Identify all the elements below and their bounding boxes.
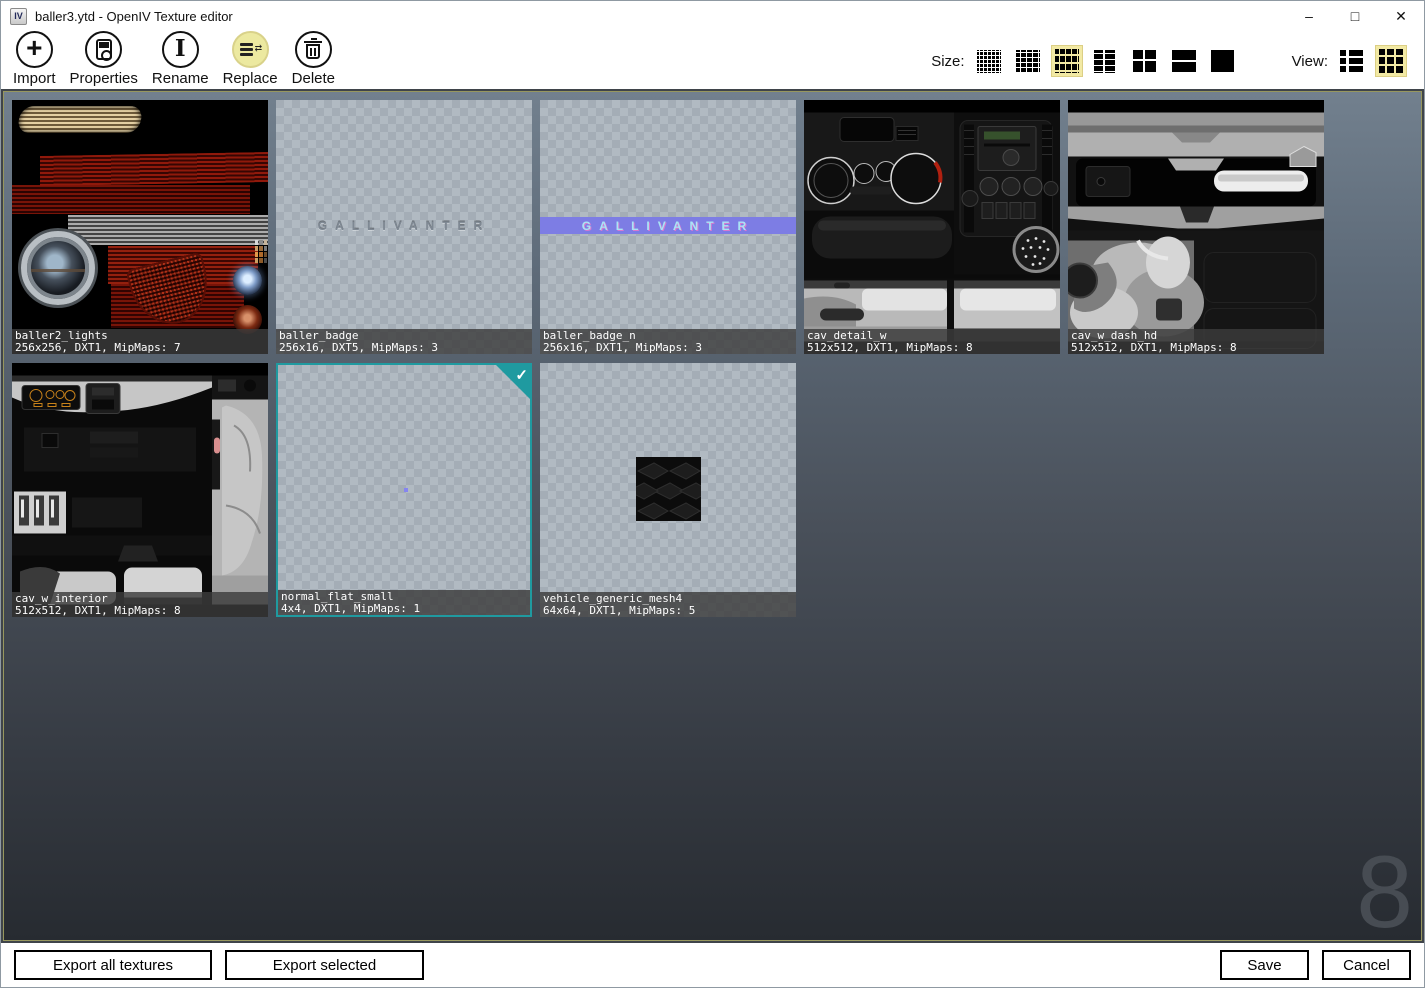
mesh-pattern: [636, 457, 701, 521]
texture-tile-cav-detail-w[interactable]: cav_detail_w 512x512, DXT1, MipMaps: 8: [804, 100, 1060, 354]
replace-label: Replace: [223, 70, 278, 87]
close-button[interactable]: ✕: [1378, 1, 1424, 31]
texture-meta: 256x256, DXT1, MipMaps: 7: [15, 342, 268, 354]
cancel-button[interactable]: Cancel: [1322, 950, 1411, 980]
texture-meta: 512x512, DXT1, MipMaps: 8: [1071, 342, 1324, 354]
texture-label: baller2_lights 256x256, DXT1, MipMaps: 7: [12, 329, 268, 354]
texture-meta: 256x16, DXT1, MipMaps: 3: [543, 342, 796, 354]
texture-tile-baller2-lights[interactable]: baller2_lights 256x256, DXT1, MipMaps: 7: [12, 100, 268, 354]
texture-grid: baller2_lights 256x256, DXT1, MipMaps: 7…: [4, 92, 1421, 940]
mesh-swatch: [636, 457, 701, 521]
properties-icon: [96, 39, 112, 60]
replace-button[interactable]: ⇄ Replace: [223, 31, 278, 87]
interior-art: [12, 363, 268, 617]
normal-map-strip: GALLIVANTER: [540, 217, 796, 234]
import-label: Import: [13, 70, 56, 87]
texture-tile-cav-w-dash-hd[interactable]: cav_w_dash_hd 512x512, DXT1, MipMaps: 8: [1068, 100, 1324, 354]
size-option-3-icon[interactable]: [1051, 45, 1083, 77]
view-option-list-icon[interactable]: [1336, 45, 1368, 77]
export-selected-button[interactable]: Export selected: [225, 950, 424, 980]
texture-count-watermark: 8: [1356, 846, 1413, 940]
view-option-grid-icon[interactable]: [1375, 45, 1407, 77]
rename-button[interactable]: I Rename: [152, 31, 209, 87]
checkmark-icon: ✓: [515, 366, 528, 384]
texture-label: baller_badge_n 256x16, DXT1, MipMaps: 3: [540, 329, 796, 354]
badge-text: GALLIVANTER: [540, 219, 796, 233]
texture-tile-normal-flat-small[interactable]: ✓ normal_flat_small 4x4, DXT1, MipMaps: …: [276, 363, 532, 617]
texture-panel: baller2_lights 256x256, DXT1, MipMaps: 7…: [3, 91, 1422, 941]
texture-label: cav_w_interior 512x512, DXT1, MipMaps: 8: [12, 592, 268, 617]
texture-meta: 256x16, DXT5, MipMaps: 3: [279, 342, 532, 354]
text-cursor-icon: I: [175, 37, 186, 60]
content-frame: baller2_lights 256x256, DXT1, MipMaps: 7…: [1, 89, 1424, 943]
save-button[interactable]: Save: [1220, 950, 1309, 980]
texture-label: vehicle_generic_mesh4 64x64, DXT1, MipMa…: [540, 592, 796, 617]
titlebar: IV baller3.ytd - OpenIV Texture editor –…: [1, 1, 1424, 31]
texture-meta: 512x512, DXT1, MipMaps: 8: [15, 605, 268, 617]
toolbar-right-group: Size: View:: [931, 31, 1414, 89]
size-option-7-icon[interactable]: [1207, 45, 1239, 77]
dashboard-art: [804, 100, 1060, 354]
texture-tile-baller-badge[interactable]: GALLIVANTER baller_badge 256x16, DXT5, M…: [276, 100, 532, 354]
export-all-textures-button[interactable]: Export all textures: [14, 950, 212, 980]
plus-icon: +: [26, 34, 42, 62]
texture-thumbnail: [540, 363, 796, 617]
trash-icon: [306, 44, 320, 59]
delete-button[interactable]: Delete: [292, 31, 335, 87]
footer-bar: Export all textures Export selected Save…: [1, 943, 1424, 987]
texture-tile-cav-w-interior[interactable]: cav_w_interior 512x512, DXT1, MipMaps: 8: [12, 363, 268, 617]
window-controls: – □ ✕: [1286, 1, 1424, 31]
toolbar: + Import Properties I Rename ⇄ Replace D…: [1, 31, 1424, 89]
texture-thumbnail: GALLIVANTER: [276, 100, 532, 354]
texture-thumbnail: [12, 363, 268, 617]
view-label: View:: [1292, 53, 1328, 70]
size-option-6-icon[interactable]: [1168, 45, 1200, 77]
texture-thumbnail: [1068, 100, 1324, 354]
window-title: baller3.ytd - OpenIV Texture editor: [35, 9, 233, 24]
texture-label: normal_flat_small 4x4, DXT1, MipMaps: 1: [278, 590, 530, 615]
size-label: Size:: [931, 53, 964, 70]
texture-meta: 4x4, DXT1, MipMaps: 1: [281, 603, 530, 615]
rename-label: Rename: [152, 70, 209, 87]
size-option-5-icon[interactable]: [1129, 45, 1161, 77]
texture-editor-window: IV baller3.ytd - OpenIV Texture editor –…: [0, 0, 1425, 988]
dash-hd-art: [1068, 100, 1324, 354]
texture-thumbnail: [12, 100, 268, 354]
texture-label: cav_detail_w 512x512, DXT1, MipMaps: 8: [804, 329, 1060, 354]
maximize-button[interactable]: □: [1332, 1, 1378, 31]
delete-label: Delete: [292, 70, 335, 87]
size-option-4-icon[interactable]: [1090, 45, 1122, 77]
texture-thumbnail: [804, 100, 1060, 354]
texture-meta: 64x64, DXT1, MipMaps: 5: [543, 605, 796, 617]
texture-label: baller_badge 256x16, DXT5, MipMaps: 3: [276, 329, 532, 354]
badge-text: GALLIVANTER: [276, 219, 532, 233]
texture-label: cav_w_dash_hd 512x512, DXT1, MipMaps: 8: [1068, 329, 1324, 354]
replace-icon: ⇄: [240, 42, 260, 58]
texture-meta: 512x512, DXT1, MipMaps: 8: [807, 342, 1060, 354]
properties-label: Properties: [70, 70, 138, 87]
texture-thumbnail: GALLIVANTER: [540, 100, 796, 354]
size-option-1-icon[interactable]: [973, 45, 1005, 77]
texture-tile-baller-badge-n[interactable]: GALLIVANTER baller_badge_n 256x16, DXT1,…: [540, 100, 796, 354]
normal-pixel: [404, 488, 408, 492]
texture-tile-vehicle-generic-mesh4[interactable]: vehicle_generic_mesh4 64x64, DXT1, MipMa…: [540, 363, 796, 617]
import-button[interactable]: + Import: [13, 31, 56, 87]
properties-button[interactable]: Properties: [70, 31, 138, 87]
size-option-2-icon[interactable]: [1012, 45, 1044, 77]
openiv-app-icon: IV: [10, 8, 27, 25]
minimize-button[interactable]: –: [1286, 1, 1332, 31]
texture-thumbnail: [278, 365, 530, 615]
